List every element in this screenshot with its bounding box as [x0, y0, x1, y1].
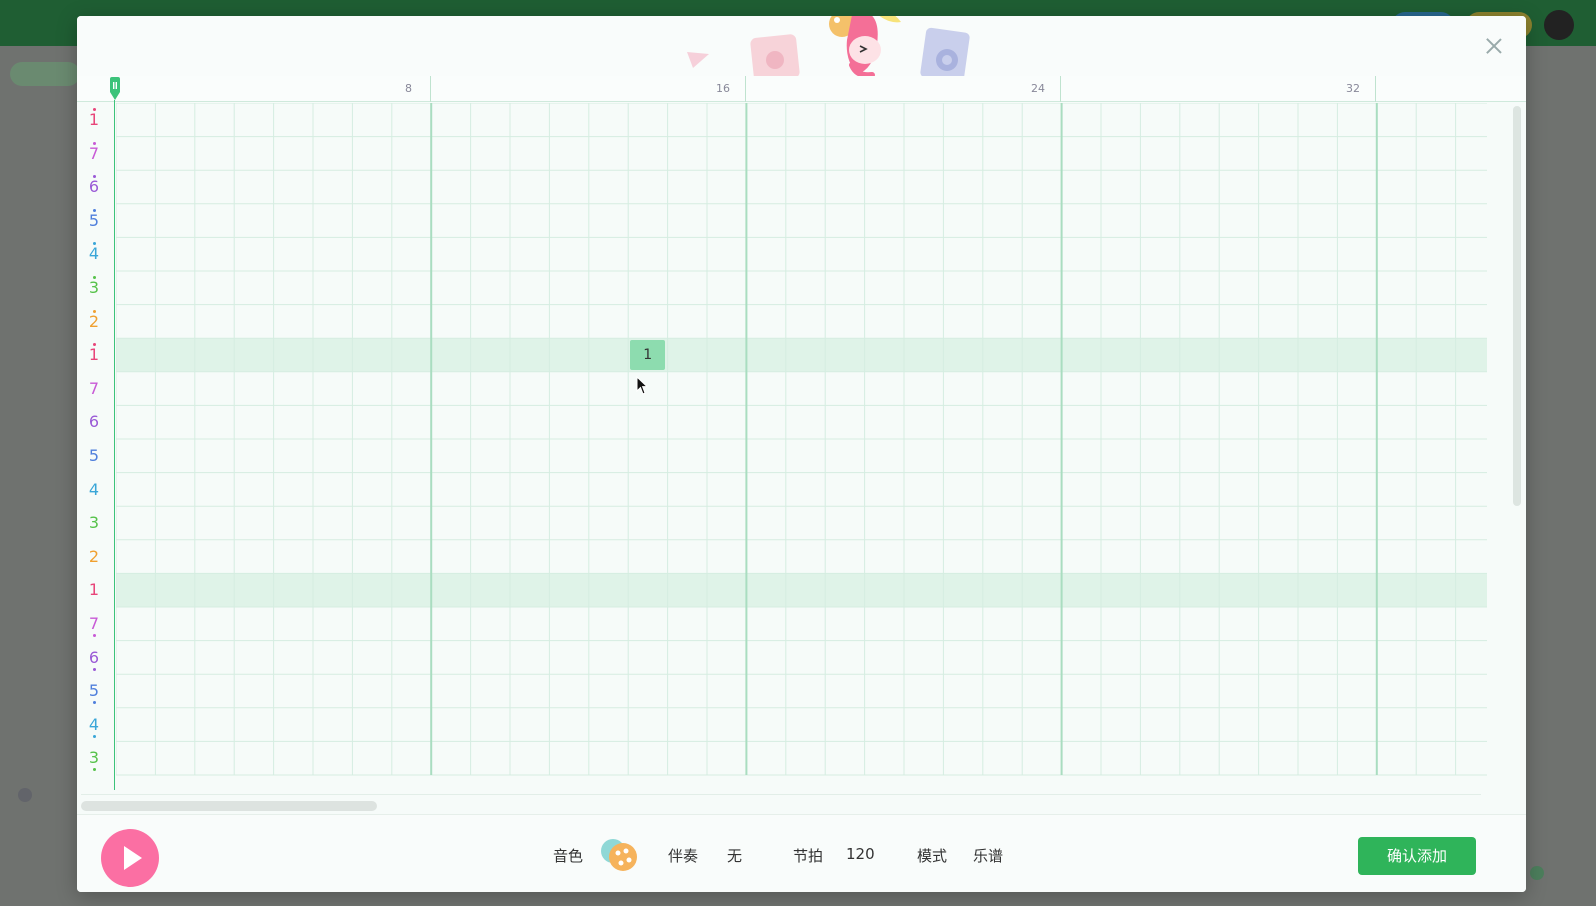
note-label-text: 3	[88, 748, 100, 768]
ruler-mark: 32	[1346, 82, 1360, 95]
note-label: 1	[77, 573, 111, 607]
note-label: 1	[77, 103, 111, 137]
background-chip	[10, 62, 80, 86]
confirm-add-button[interactable]: 确认添加	[1358, 837, 1476, 875]
note-label-text: 1	[88, 345, 100, 365]
timbre-instrument-icon[interactable]	[597, 835, 641, 873]
bottom-toolbar: 音色 伴奏 无 节拍 120 模式 乐谱 确认添加	[77, 814, 1526, 892]
horizontal-scrollbar-thumb[interactable]	[81, 801, 377, 811]
note-label-text: 6	[88, 647, 100, 667]
octave-dot-above	[93, 141, 96, 145]
grid-row-highlight	[116, 338, 1487, 372]
note-label: 5	[77, 439, 111, 473]
background-icon	[18, 788, 32, 802]
horizontal-scrollbar[interactable]	[81, 794, 1481, 814]
ruler-tick	[1060, 76, 1061, 102]
mouse-cursor-icon	[636, 376, 649, 395]
octave-dot-above	[93, 108, 96, 111]
note-label-text: 3	[88, 513, 100, 533]
note-label-text: 7	[88, 614, 100, 633]
ruler-mark: 24	[1031, 82, 1045, 95]
note-label-text: 6	[88, 177, 100, 197]
note-grid-lines	[116, 103, 1487, 776]
grid-row-highlight	[116, 573, 1487, 607]
note-label: 6	[77, 405, 111, 439]
note-label-text: 4	[88, 244, 100, 264]
note-label-text: 2	[88, 311, 100, 331]
note-label: 4	[77, 708, 111, 742]
ruler-mark: 8	[405, 82, 412, 95]
vertical-scrollbar[interactable]	[1513, 106, 1521, 776]
tempo-label: 节拍	[793, 847, 824, 865]
note-label: 6	[77, 641, 111, 675]
octave-dot-above	[93, 208, 96, 212]
timeline-ruler[interactable]: 8 16 24 32	[77, 76, 1526, 102]
note-label: 4	[77, 473, 111, 507]
note-label: 3	[77, 506, 111, 540]
note-label-text: 5	[88, 210, 100, 230]
modal-header	[77, 16, 1526, 80]
placed-note[interactable]: 1	[630, 340, 666, 371]
octave-dot-below	[93, 634, 96, 637]
note-label: 2	[77, 305, 111, 339]
note-label: 7	[77, 137, 111, 171]
note-label: 7	[77, 372, 111, 406]
music-editor-modal: 8 16 24 32 17654321765432176543 1 音色 伴奏 …	[77, 16, 1526, 892]
note-label-text: 4	[88, 479, 100, 499]
note-label-column: 1 7 6 5 4 3 2 1 7 6 5 4 3 2 1 7 6 5 4 3	[77, 103, 115, 791]
octave-dot-below	[93, 667, 96, 671]
octave-dot-above	[93, 276, 96, 279]
note-label-text: 1	[88, 580, 100, 600]
ruler-tick	[1375, 76, 1376, 102]
ruler-mark: 16	[716, 82, 730, 95]
note-label: 5	[77, 204, 111, 238]
vertical-scrollbar-thumb[interactable]	[1513, 106, 1521, 506]
note-label-text: 6	[88, 412, 100, 432]
playhead-handle-icon[interactable]	[109, 77, 121, 101]
note-label: 3	[77, 271, 111, 305]
note-label-text: 4	[88, 714, 100, 734]
note-label: 2	[77, 540, 111, 574]
ruler-tick	[430, 76, 431, 102]
mode-label: 模式	[917, 847, 948, 865]
background-icon	[1530, 866, 1544, 880]
octave-dot-below	[93, 701, 96, 705]
background-avatar	[1544, 10, 1574, 40]
note-label-text: 5	[88, 681, 100, 701]
note-label: 7	[77, 607, 111, 641]
note-label: 6	[77, 170, 111, 204]
note-grid[interactable]: 1	[116, 103, 1487, 791]
note-label-text: 7	[88, 378, 100, 398]
note-label: 4	[77, 237, 111, 271]
note-label-text: 7	[88, 143, 100, 163]
note-label: 1	[77, 338, 111, 372]
tempo-value[interactable]: 120	[846, 845, 875, 863]
ruler-tick	[745, 76, 746, 102]
octave-dot-above	[93, 309, 96, 313]
mode-select[interactable]: 乐谱	[973, 845, 1003, 866]
accompaniment-select[interactable]: 无	[727, 845, 742, 866]
note-label-text: 2	[88, 546, 100, 566]
play-button[interactable]	[101, 829, 159, 887]
close-icon[interactable]	[1482, 34, 1506, 58]
note-label-text: 3	[88, 278, 100, 297]
octave-dot-below	[93, 768, 96, 772]
note-label-text: 5	[88, 446, 100, 465]
accompaniment-label: 伴奏	[668, 847, 699, 865]
timbre-label: 音色	[553, 847, 584, 865]
mascot-illustration-icon	[687, 16, 970, 80]
note-label: 3	[77, 741, 111, 775]
octave-dot-below	[93, 734, 96, 738]
note-label-text: 1	[88, 110, 100, 129]
note-label: 5	[77, 674, 111, 708]
